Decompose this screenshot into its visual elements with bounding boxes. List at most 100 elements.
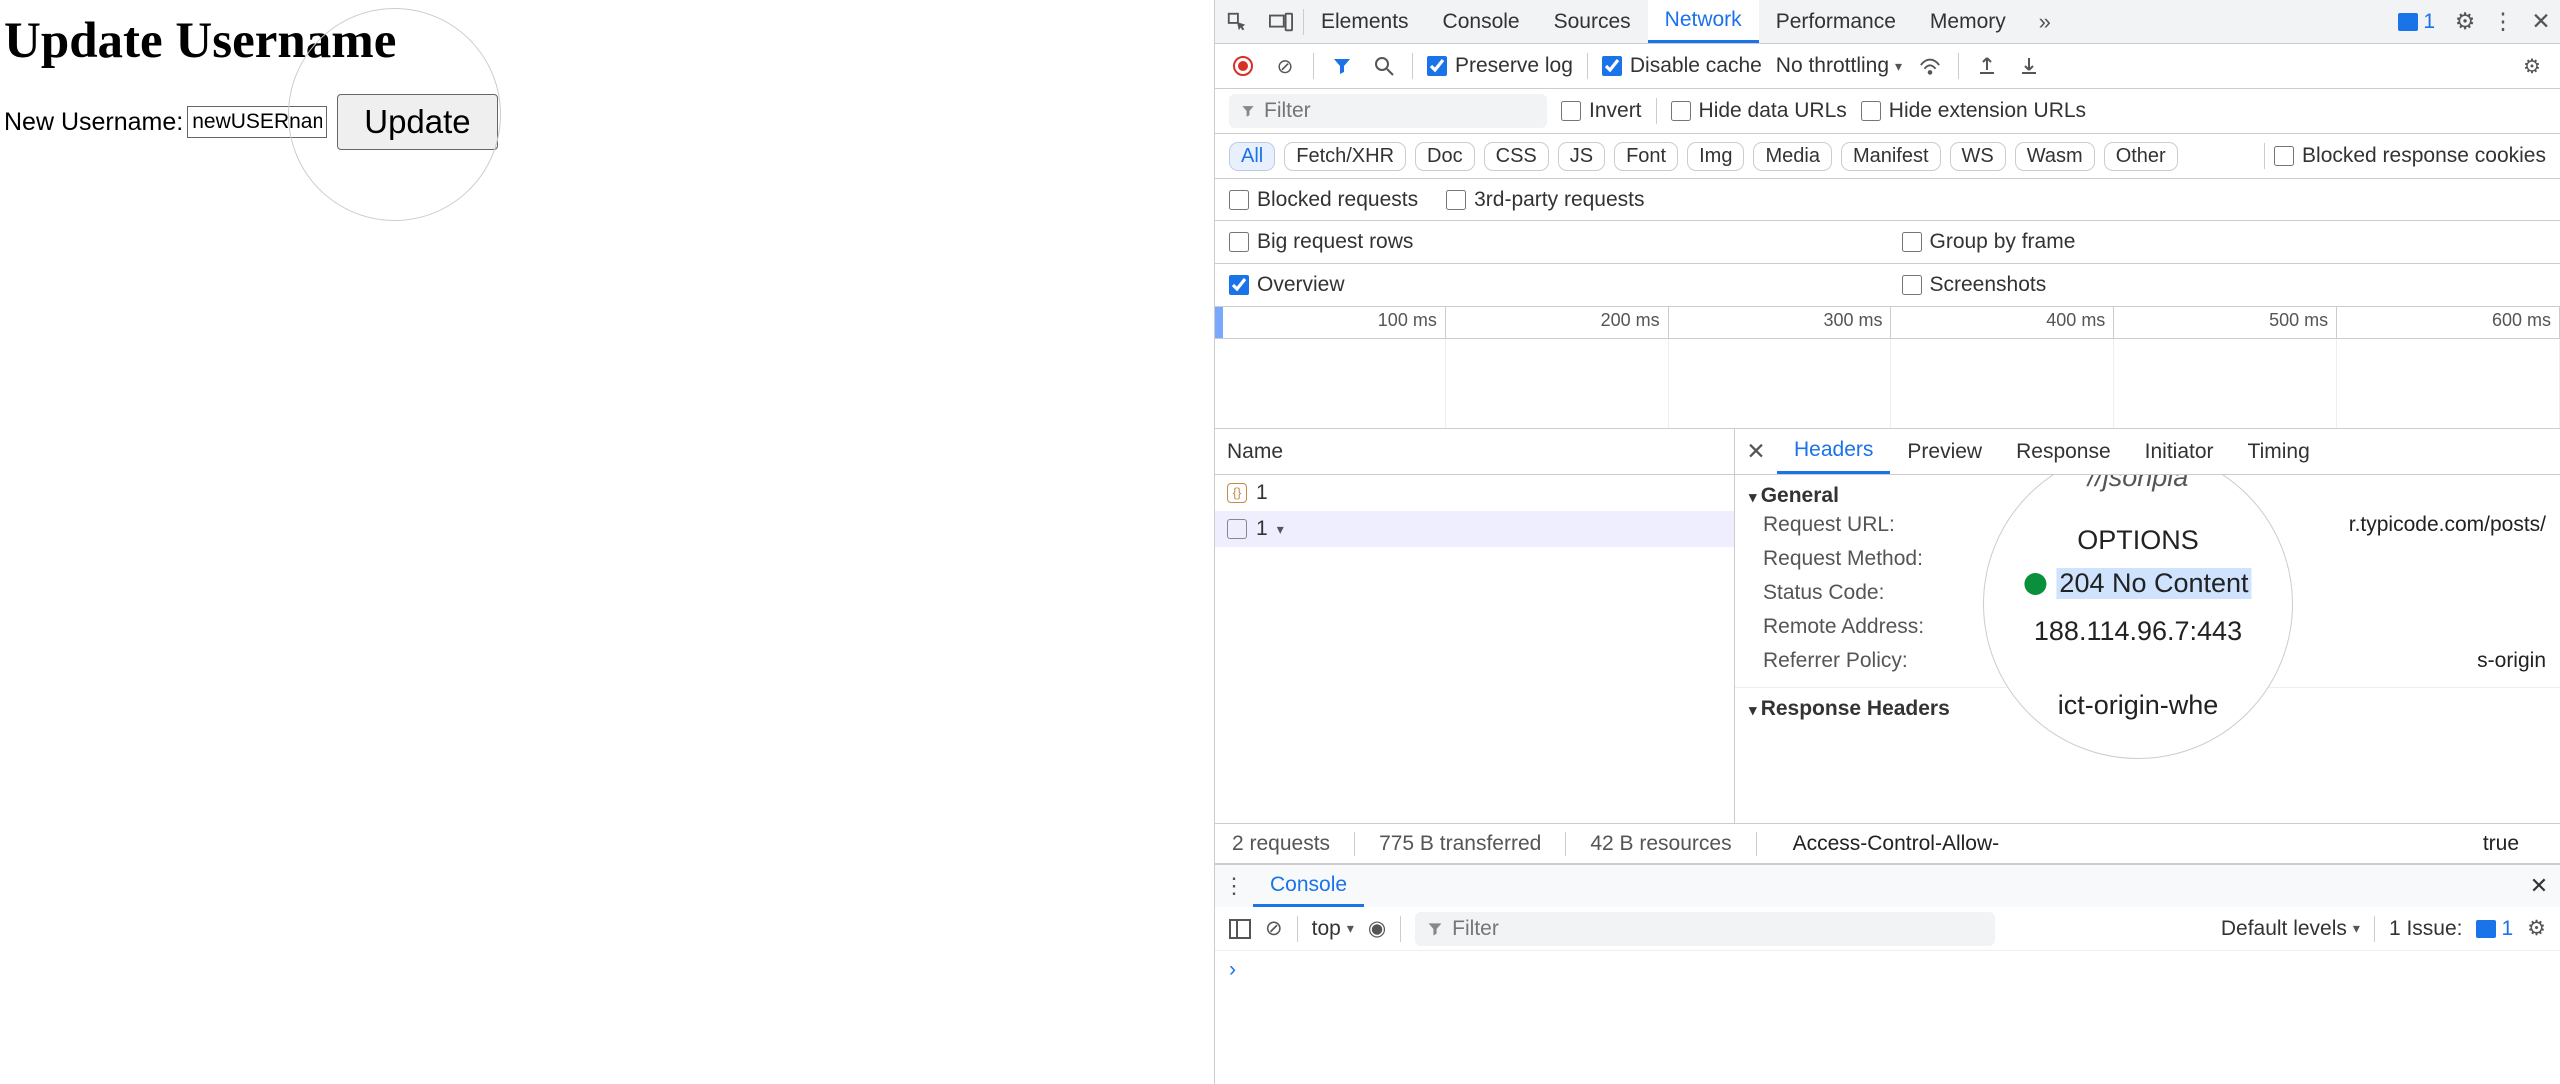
tab-memory[interactable]: Memory	[1913, 0, 2023, 43]
network-settings-icon[interactable]: ⚙	[2518, 52, 2546, 80]
disable-cache-checkbox[interactable]: Disable cache	[1602, 54, 1762, 78]
type-chip-manifest[interactable]: Manifest	[1841, 142, 1941, 171]
screenshots-checkbox[interactable]: Screenshots	[1902, 273, 2047, 297]
export-icon[interactable]	[2015, 52, 2043, 80]
hide-data-urls-checkbox[interactable]: Hide data URLs	[1671, 99, 1847, 123]
request-row[interactable]: 1	[1215, 511, 1734, 547]
tab-network[interactable]: Network	[1648, 0, 1759, 43]
status-transferred: 775 B transferred	[1379, 832, 1566, 856]
type-chip-wasm[interactable]: Wasm	[2015, 142, 2095, 171]
console-filter-box[interactable]	[1415, 912, 1995, 946]
tab-performance[interactable]: Performance	[1759, 0, 1913, 43]
big-rows-checkbox[interactable]: Big request rows	[1229, 230, 1413, 254]
import-icon[interactable]	[1973, 52, 2001, 80]
inspect-icon[interactable]	[1215, 11, 1259, 33]
type-chip-other[interactable]: Other	[2104, 142, 2178, 171]
issues-badge[interactable]: 1	[2387, 10, 2446, 34]
console-tab[interactable]: Console	[1253, 865, 1364, 907]
username-input[interactable]	[187, 106, 327, 138]
status-resources: 42 B resources	[1590, 832, 1756, 856]
detail-tab-preview[interactable]: Preview	[1890, 429, 1999, 474]
time-mark: 200 ms	[1446, 307, 1669, 338]
device-icon[interactable]	[1259, 12, 1303, 32]
divider	[1400, 916, 1401, 942]
request-method-label: Request Method:	[1763, 547, 2018, 571]
more-tabs-icon[interactable]: »	[2023, 9, 2067, 35]
username-label: New Username:	[4, 108, 183, 137]
name-column-header[interactable]: Name	[1215, 429, 1734, 475]
access-control-key: Access-Control-Allow-	[1781, 832, 2459, 856]
request-row[interactable]: {}1	[1215, 475, 1734, 511]
divider	[1412, 53, 1413, 79]
type-chip-fetch-xhr[interactable]: Fetch/XHR	[1284, 142, 1406, 171]
record-icon[interactable]	[1229, 52, 1257, 80]
issues-label: 1 Issue:	[2389, 917, 2463, 941]
type-chip-all[interactable]: All	[1229, 142, 1275, 171]
throttling-select[interactable]: No throttling	[1776, 54, 1902, 78]
time-mark: 100 ms	[1223, 307, 1446, 338]
page-title: Update Username	[4, 12, 1210, 70]
blocked-cookies-checkbox[interactable]: Blocked response cookies	[2274, 144, 2546, 168]
funnel-icon	[1241, 102, 1255, 120]
drawer-kebab-icon[interactable]: ⋮	[1215, 873, 1253, 899]
type-chip-ws[interactable]: WS	[1950, 142, 2006, 171]
filter-toggle-icon[interactable]	[1328, 52, 1356, 80]
sidebar-toggle-icon[interactable]	[1229, 919, 1251, 939]
update-button[interactable]: Update	[337, 94, 497, 150]
console-settings-icon[interactable]: ⚙	[2527, 916, 2546, 941]
search-icon[interactable]	[1370, 52, 1398, 80]
divider	[2374, 916, 2375, 942]
third-party-checkbox[interactable]: 3rd-party requests	[1446, 188, 1644, 212]
invert-checkbox[interactable]: Invert	[1561, 99, 1642, 123]
filter-box[interactable]	[1229, 94, 1547, 128]
tab-console[interactable]: Console	[1426, 0, 1537, 43]
divider	[1587, 53, 1588, 79]
time-mark: 600 ms	[2337, 307, 2560, 338]
type-chip-doc[interactable]: Doc	[1415, 142, 1475, 171]
context-select[interactable]: top	[1312, 917, 1354, 941]
status-code-label: Status Code:	[1763, 581, 2018, 605]
detail-tab-headers[interactable]: Headers	[1777, 429, 1890, 474]
kebab-icon[interactable]: ⋮	[2484, 8, 2522, 35]
detail-tab-initiator[interactable]: Initiator	[2128, 429, 2231, 474]
request-name: 1	[1256, 517, 1268, 541]
console-issues-badge[interactable]: 1	[2476, 917, 2513, 941]
request-name: 1	[1256, 481, 1268, 505]
type-chip-media[interactable]: Media	[1753, 142, 1831, 171]
detail-tab-response[interactable]: Response	[1999, 429, 2128, 474]
referrer-policy-label: Referrer Policy:	[1763, 649, 2018, 673]
waterfall-area[interactable]	[1215, 339, 2560, 429]
time-mark: 500 ms	[2114, 307, 2337, 338]
time-mark: 400 ms	[1891, 307, 2114, 338]
hide-ext-urls-checkbox[interactable]: Hide extension URLs	[1861, 99, 2086, 123]
clear-console-icon[interactable]: ⊘	[1265, 916, 1283, 941]
network-conditions-icon[interactable]	[1916, 52, 1944, 80]
preserve-log-checkbox[interactable]: Preserve log	[1427, 54, 1573, 78]
type-chip-css[interactable]: CSS	[1484, 142, 1549, 171]
close-drawer-icon[interactable]: ✕	[2518, 873, 2560, 899]
timeline-ruler[interactable]: 100 ms200 ms300 ms400 ms500 ms600 ms	[1215, 307, 2560, 339]
tab-sources[interactable]: Sources	[1537, 0, 1648, 43]
log-levels-select[interactable]: Default levels	[2221, 917, 2360, 941]
filter-input[interactable]	[1264, 99, 1535, 123]
detail-tab-timing[interactable]: Timing	[2231, 429, 2327, 474]
overview-checkbox[interactable]: Overview	[1229, 273, 1345, 297]
close-devtools-icon[interactable]: ✕	[2522, 8, 2560, 35]
status-requests: 2 requests	[1232, 832, 1355, 856]
tab-elements[interactable]: Elements	[1304, 0, 1426, 43]
type-chip-js[interactable]: JS	[1558, 142, 1605, 171]
type-chip-font[interactable]: Font	[1614, 142, 1678, 171]
divider	[1656, 98, 1657, 124]
blocked-requests-checkbox[interactable]: Blocked requests	[1229, 188, 1418, 212]
console-filter-input[interactable]	[1452, 917, 1983, 941]
divider	[2264, 143, 2265, 169]
live-expression-icon[interactable]: ◉	[1368, 916, 1386, 941]
group-frame-checkbox[interactable]: Group by frame	[1902, 230, 2076, 254]
clear-icon[interactable]: ⊘	[1271, 52, 1299, 80]
divider	[1313, 53, 1314, 79]
type-chip-img[interactable]: Img	[1687, 142, 1744, 171]
settings-icon[interactable]: ⚙	[2446, 8, 2484, 35]
close-details-icon[interactable]: ✕	[1735, 438, 1777, 465]
divider	[1297, 916, 1298, 942]
console-prompt[interactable]: ›	[1215, 951, 2560, 989]
